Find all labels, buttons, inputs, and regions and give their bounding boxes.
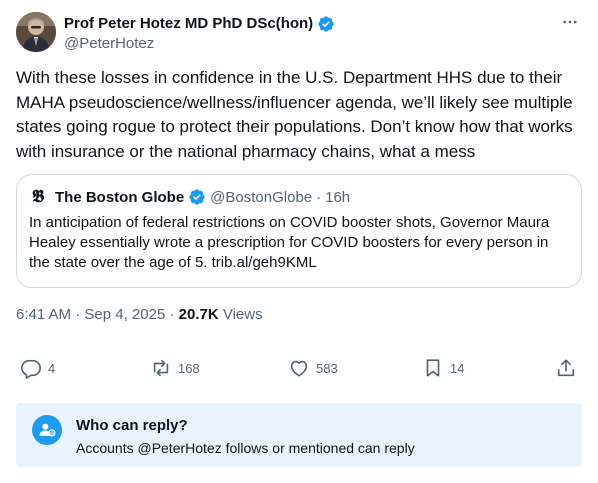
quoted-timestamp[interactable]: 16h	[325, 189, 350, 206]
quoted-tweet-header: 𝕭 The Boston Globe @BostonGlobe · 16h	[29, 187, 569, 207]
quoted-tweet-text: In anticipation of federal restrictions …	[29, 214, 550, 271]
views-label: Views	[222, 306, 263, 323]
quoted-author-name[interactable]: The Boston Globe	[55, 189, 184, 206]
author-name-row: Prof Peter Hotez MD PhD DSc(hon)	[64, 14, 335, 34]
avatar[interactable]	[16, 12, 56, 52]
like-count: 583	[316, 360, 338, 376]
mention-user-icon: @	[32, 415, 62, 445]
author-handle[interactable]: @PeterHotez	[64, 34, 154, 54]
like-button[interactable]: 583	[288, 354, 338, 382]
tweet-date[interactable]: Sep 4, 2025	[84, 306, 165, 323]
author-display-name[interactable]: Prof Peter Hotez MD PhD DSc(hon)	[64, 14, 313, 34]
who-can-reply-subtitle: Accounts @PeterHotez follows or mentione…	[76, 440, 415, 456]
quoted-tweet[interactable]: 𝕭 The Boston Globe @BostonGlobe · 16h In…	[16, 174, 582, 288]
bookmark-icon	[426, 359, 440, 377]
repost-button[interactable]: 168	[150, 354, 200, 382]
tweet-text: With these losses in confidence in the U…	[16, 68, 573, 161]
reply-button[interactable]: 4	[20, 354, 55, 382]
views-count: 20.7K	[178, 306, 219, 323]
heart-icon	[290, 360, 308, 377]
verified-badge-icon	[317, 15, 335, 33]
tweet-meta: 6:41 AM · Sep 4, 2025 · 20.7K Views	[16, 305, 263, 325]
meta-separator: ·	[75, 306, 81, 323]
share-icon	[557, 359, 575, 377]
quoted-separator: ·	[316, 188, 322, 206]
reply-icon	[21, 359, 41, 379]
more-horizontal-icon[interactable]	[560, 12, 580, 32]
who-can-reply-title: Who can reply?	[76, 417, 188, 434]
quoted-verified-badge-icon	[188, 188, 206, 206]
quoted-author-handle[interactable]: @BostonGlobe	[210, 189, 312, 206]
tweet-time[interactable]: 6:41 AM	[16, 306, 71, 323]
meta-separator: ·	[169, 306, 175, 323]
tweet-actions: 4 168 583 14	[16, 354, 582, 382]
svg-text:@: @	[50, 431, 55, 437]
reply-count: 4	[48, 360, 56, 376]
bookmark-count: 14	[450, 360, 465, 376]
boston-globe-logo-icon: 𝕭	[31, 187, 45, 207]
tweet-header: Prof Peter Hotez MD PhD DSc(hon) @PeterH…	[16, 12, 582, 56]
bookmark-button[interactable]: 14	[422, 354, 464, 382]
repost-icon	[153, 359, 169, 377]
repost-count: 168	[178, 360, 200, 376]
share-button[interactable]	[555, 354, 577, 382]
who-can-reply-box: @ Who can reply? Accounts @PeterHotez fo…	[16, 403, 582, 467]
